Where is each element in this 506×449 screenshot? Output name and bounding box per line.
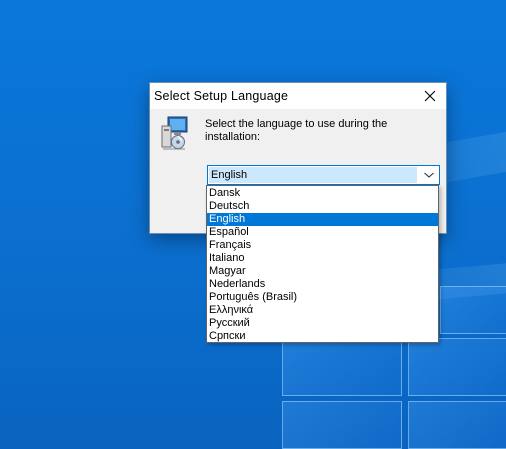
wallpaper-window-pane — [282, 401, 402, 449]
close-button[interactable] — [414, 83, 446, 109]
language-option-selected[interactable]: English — [207, 213, 438, 226]
wallpaper-window-pane — [408, 338, 506, 396]
wallpaper-window-pane — [282, 338, 402, 396]
wallpaper-window-pane — [408, 401, 506, 449]
language-option[interactable]: Dansk — [207, 187, 438, 200]
instruction-text: Select the language to use during the in… — [205, 118, 388, 143]
language-option[interactable]: Ελληνικά — [207, 304, 438, 317]
language-option[interactable]: Magyar — [207, 265, 438, 278]
language-combobox[interactable]: English — [207, 165, 440, 185]
language-option[interactable]: Русский — [207, 317, 438, 330]
language-option[interactable]: Српски — [207, 330, 438, 343]
language-option[interactable]: Deutsch — [207, 200, 438, 213]
language-option[interactable]: Italiano — [207, 252, 438, 265]
setup-computer-icon — [161, 116, 188, 150]
dialog-title: Select Setup Language — [154, 89, 289, 103]
combobox-selected-value: English — [209, 167, 417, 183]
language-option[interactable]: Português (Brasil) — [207, 291, 438, 304]
language-option[interactable]: Español — [207, 226, 438, 239]
dialog-titlebar[interactable]: Select Setup Language — [150, 83, 446, 109]
close-icon — [424, 90, 436, 102]
language-option[interactable]: Français — [207, 239, 438, 252]
wallpaper-window-pane — [440, 286, 506, 334]
chevron-down-icon[interactable] — [423, 170, 435, 180]
language-dropdown-list[interactable]: Dansk Deutsch English Español Français I… — [206, 185, 439, 343]
language-option[interactable]: Nederlands — [207, 278, 438, 291]
